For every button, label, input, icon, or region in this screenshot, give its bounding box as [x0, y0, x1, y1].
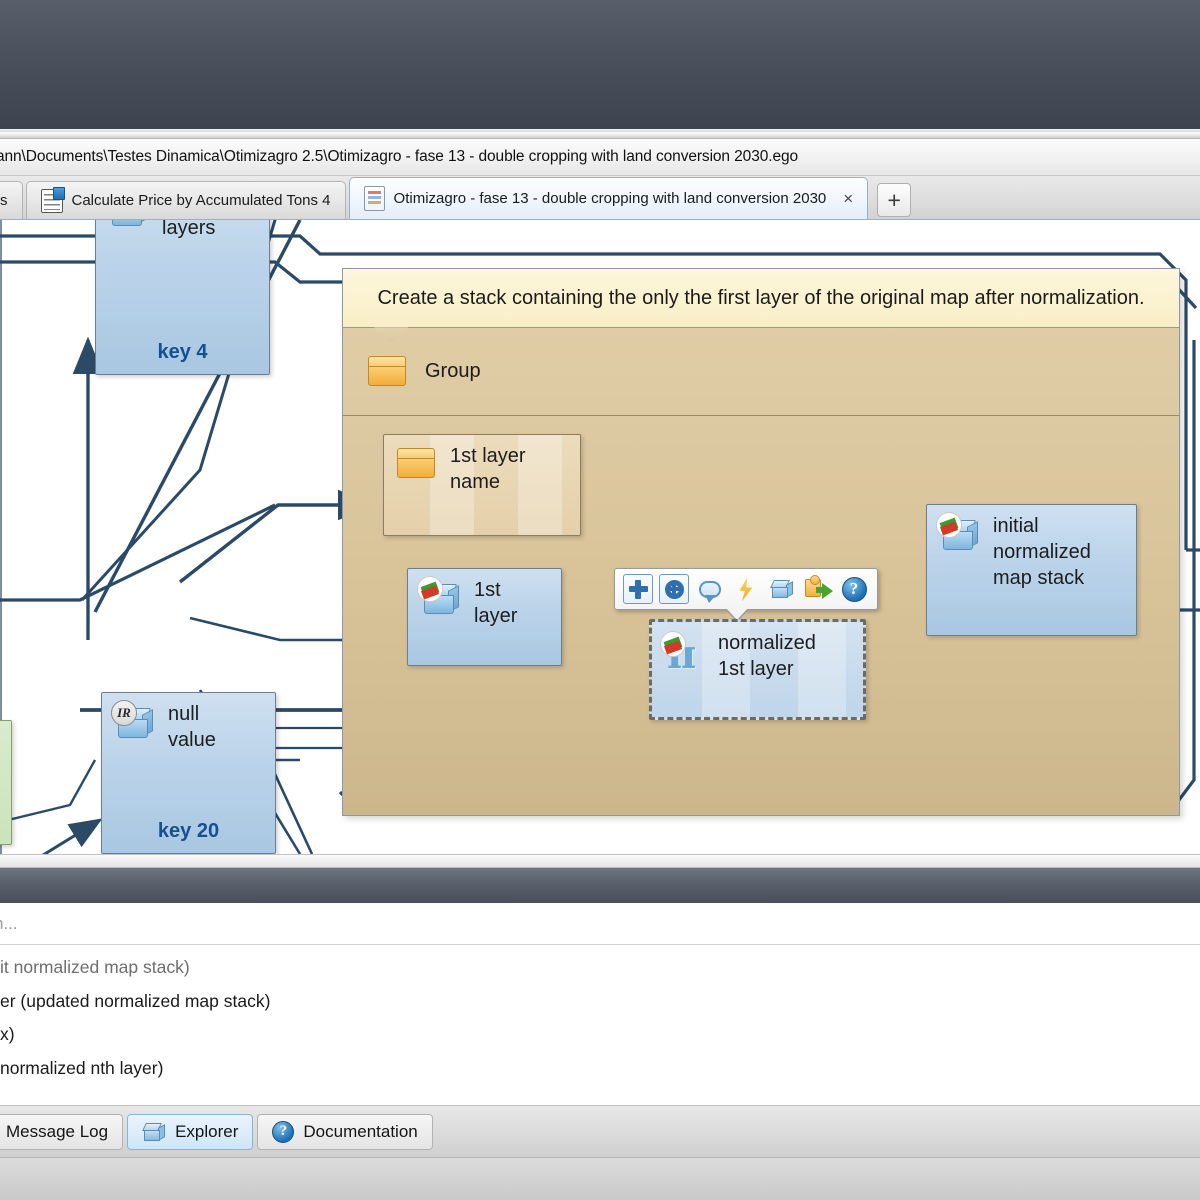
list-item[interactable]: er (updated normalized map stack) — [0, 985, 1200, 1019]
tab-calculate-price[interactable]: Calculate Price by Accumulated Tons 4 — [25, 181, 346, 219]
map-cube-icon — [417, 576, 464, 620]
bottom-tab-label: Message Log — [6, 1121, 109, 1141]
tab-close-icon[interactable]: × — [843, 189, 853, 209]
list-item[interactable]: normalized nth layer) — [0, 1052, 1200, 1086]
node-initial-normalized-map-stack[interactable]: initial normalized map stack — [926, 504, 1137, 637]
bottom-tab-label: Documentation — [303, 1121, 418, 1141]
tab-otimizagro-active[interactable]: Otimizagro - fase 13 - double cropping w… — [348, 177, 869, 219]
editor-tab-strip: s Calculate Price by Accumulated Tons 4 … — [0, 176, 1200, 220]
map-cube-icon — [106, 220, 152, 232]
map-cube-icon — [936, 512, 983, 556]
plugin-puzzle-icon[interactable] — [803, 574, 833, 604]
bottom-tab-bar: Message Log Explorer ? Documentation — [0, 1105, 1200, 1157]
node-label: 1st layer name — [450, 445, 526, 493]
node-key-label: key 20 — [157, 820, 220, 842]
group-header[interactable]: Group — [343, 327, 1179, 417]
panel-splitter[interactable] — [0, 854, 1200, 868]
status-strip — [0, 1157, 1200, 1200]
real-number-badge-icon: IR — [111, 700, 137, 726]
group-body[interactable]: 1st layer name 1st layer ? π normalized … — [343, 416, 1179, 815]
node-of-layers[interactable]: of layers key 4 — [95, 220, 270, 375]
execute-lightning-icon[interactable] — [731, 574, 761, 604]
file-path-bar: ann\Documents\Testes Dinamica\Otimizagro… — [0, 139, 1200, 176]
list-item[interactable]: x) — [0, 1018, 1200, 1052]
tab-label: s — [0, 192, 8, 209]
group-header-label: Group — [425, 360, 481, 383]
group-folder-icon — [365, 352, 411, 392]
chrome-bevel — [0, 132, 1200, 139]
group-comment-text: Create a stack containing the only the f… — [343, 269, 1179, 329]
window-chrome-header — [0, 0, 1200, 132]
application-window: ann\Documents\Testes Dinamica\Otimizagro… — [0, 0, 1200, 1200]
tab-documentation[interactable]: ? Documentation — [257, 1113, 433, 1150]
model-document-icon — [363, 186, 385, 211]
file-path-text: ann\Documents\Testes Dinamica\Otimizagro… — [0, 148, 799, 165]
node-first-layer-name[interactable]: 1st layer name — [383, 434, 581, 537]
add-icon[interactable] — [623, 574, 653, 605]
properties-gear-icon[interactable] — [659, 574, 689, 605]
explorer-search-row[interactable]: h... — [0, 903, 1200, 945]
node-normalized-first-layer[interactable]: π normalized 1st layer — [649, 619, 866, 721]
model-canvas[interactable]: of layers key 4 IR null value key 20 Cre… — [0, 220, 1200, 854]
tab-message-log[interactable]: Message Log — [0, 1113, 124, 1150]
context-toolbar[interactable]: ? — [614, 568, 878, 611]
comment-bubble-icon[interactable] — [695, 574, 725, 604]
node-label: initial normalized map stack — [993, 515, 1091, 589]
node-label: null value — [168, 703, 216, 751]
tab-explorer[interactable]: Explorer — [127, 1113, 254, 1150]
node-green-partial[interactable] — [0, 720, 12, 845]
node-first-layer[interactable]: 1st layer — [407, 568, 562, 667]
tab-label: Otimizagro - fase 13 - double cropping w… — [393, 190, 827, 207]
panel-title-bar — [0, 868, 1200, 903]
explorer-cube-icon — [142, 1121, 166, 1143]
node-key-label: key 4 — [157, 341, 208, 363]
calculator-icon — [40, 186, 65, 213]
pi-calculator-icon: π — [660, 631, 708, 675]
node-label: 1st layer — [474, 579, 518, 627]
help-icon[interactable]: ? — [839, 574, 869, 604]
group-cube-icon[interactable] — [767, 574, 797, 604]
node-label: normalized 1st layer — [718, 632, 816, 680]
tab-label: Calculate Price by Accumulated Tons 4 — [71, 192, 331, 209]
comment-pointer — [373, 327, 409, 344]
help-icon: ? — [272, 1120, 295, 1143]
group-container[interactable]: Create a stack containing the only the f… — [342, 268, 1180, 816]
new-tab-button[interactable]: + — [877, 183, 912, 217]
node-null-value[interactable]: IR null value key 20 — [101, 692, 276, 854]
list-item[interactable]: it normalized map stack) — [0, 951, 1200, 985]
real-number-cube-icon: IR — [111, 700, 158, 744]
node-label: of layers — [162, 220, 216, 239]
explorer-result-list[interactable]: it normalized map stack) er (updated nor… — [0, 945, 1200, 1105]
tab-truncated[interactable]: s — [0, 181, 23, 219]
search-input[interactable]: h... — [0, 914, 18, 934]
bottom-tab-label: Explorer — [175, 1121, 239, 1141]
group-folder-icon — [394, 444, 440, 484]
